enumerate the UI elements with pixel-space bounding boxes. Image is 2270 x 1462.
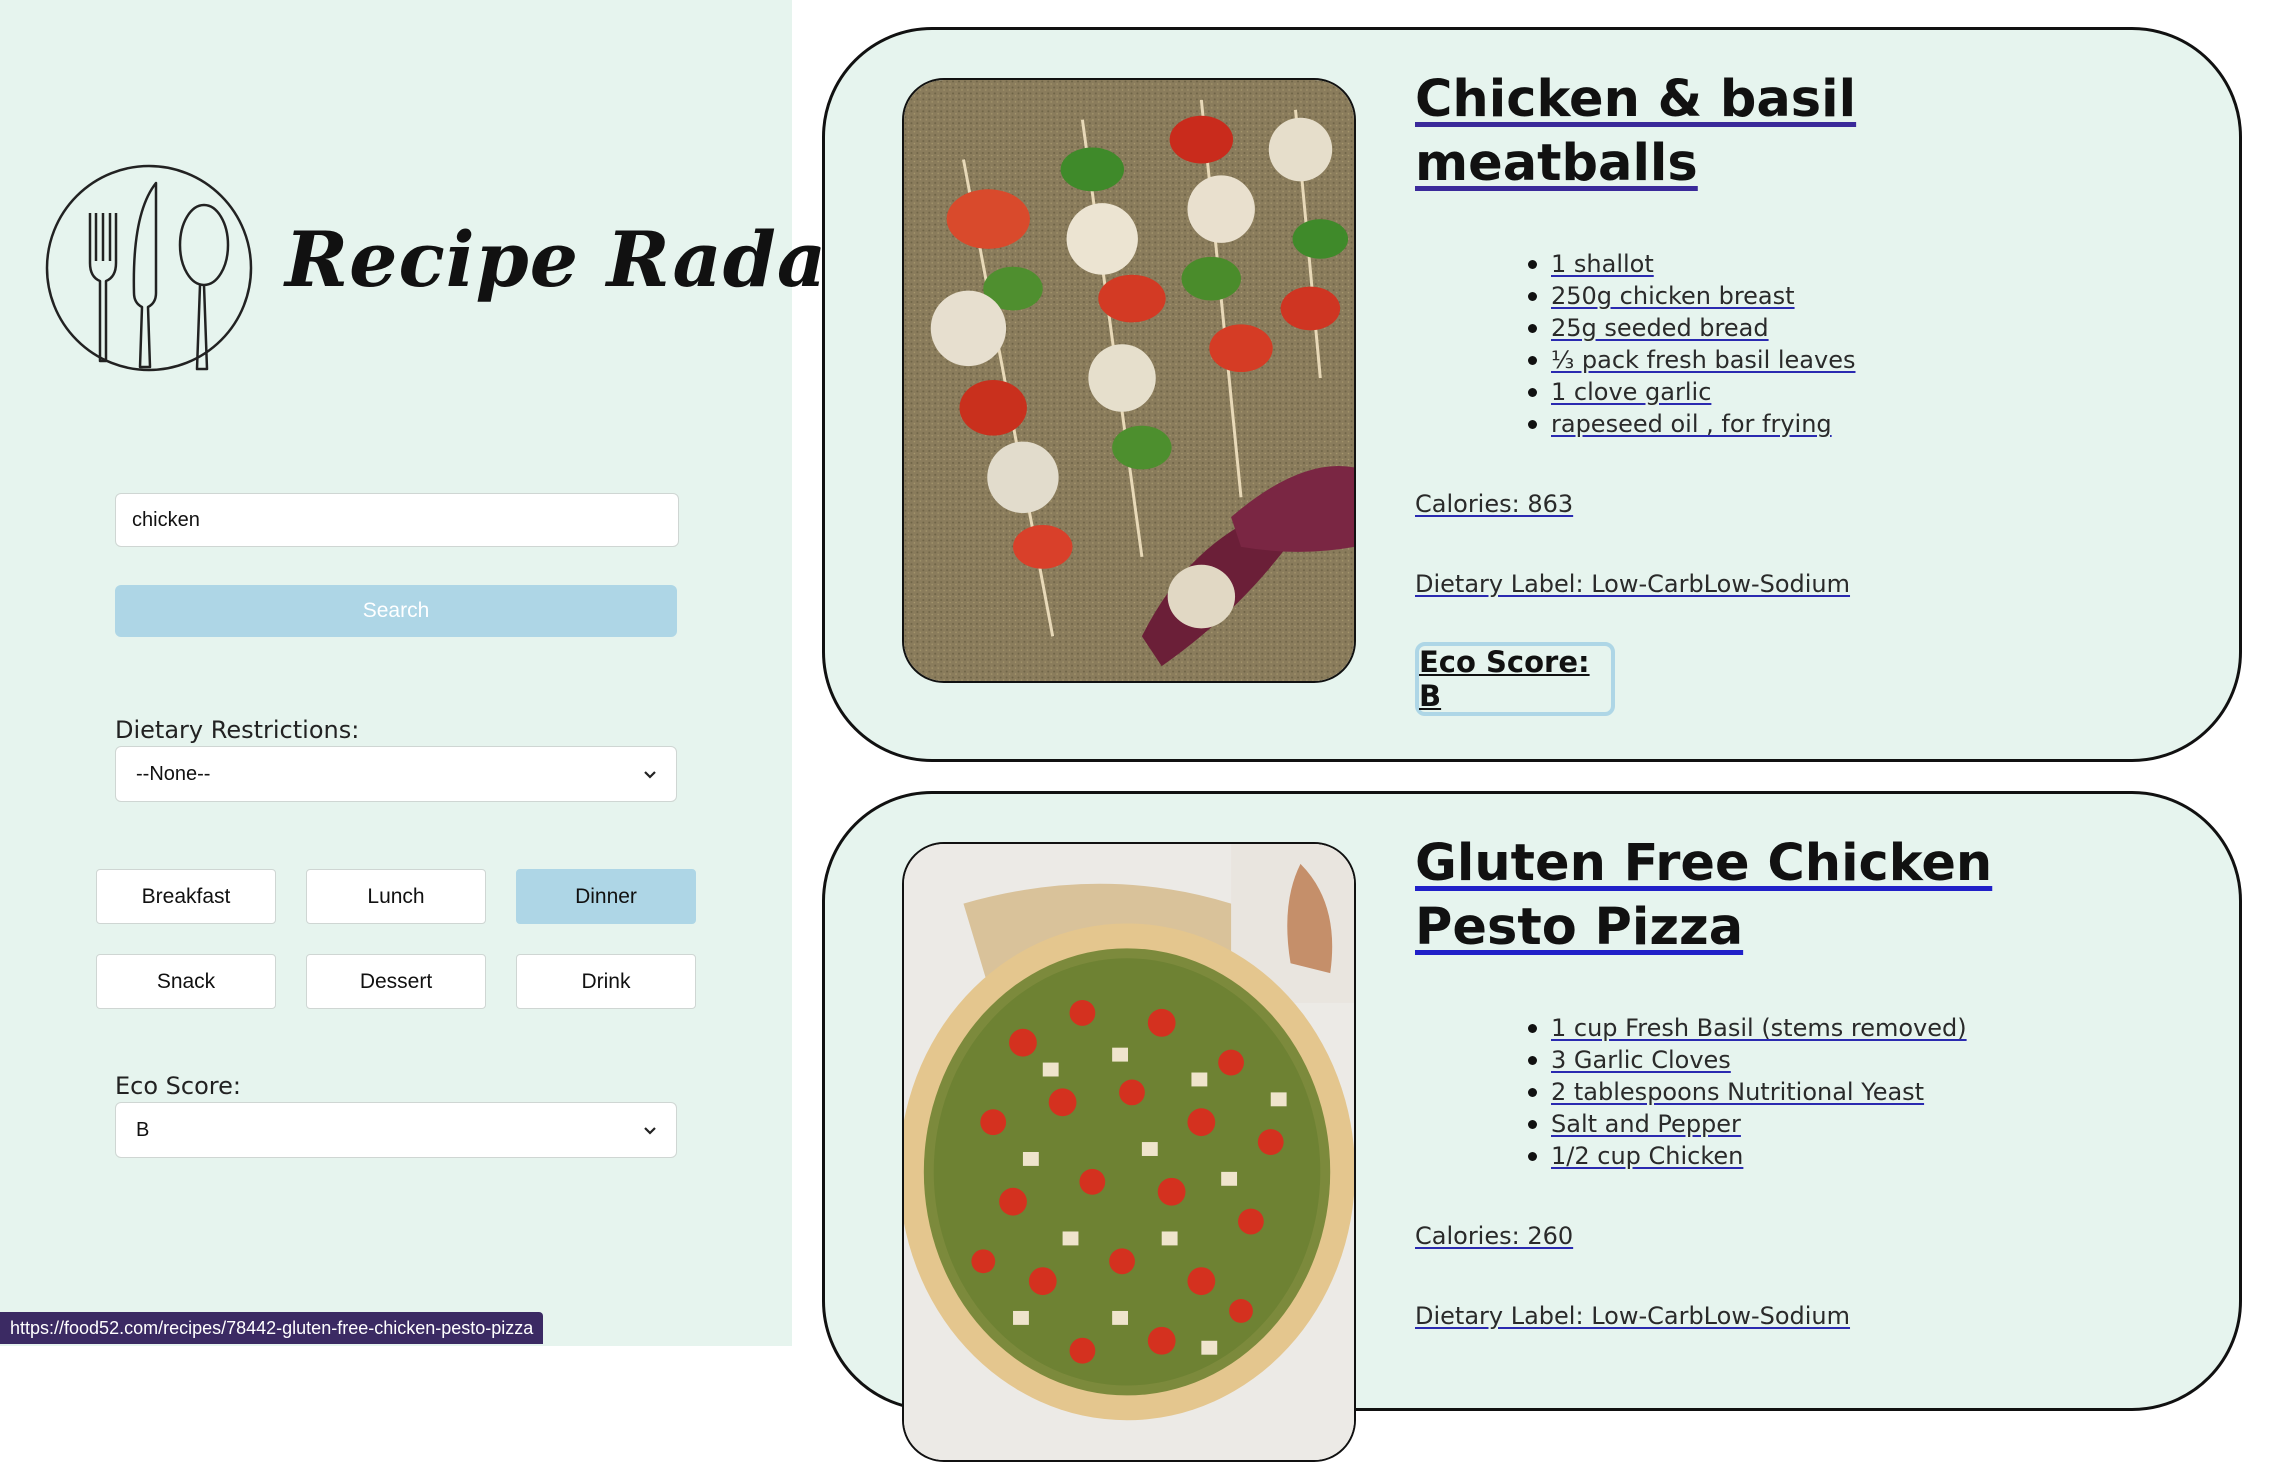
chevron-down-icon — [644, 1127, 656, 1135]
dietary-label-text[interactable]: Dietary Label: Low-CarbLow-Sodium — [1415, 1302, 1850, 1330]
meal-button-snack[interactable]: Snack — [96, 954, 276, 1009]
ingredient-item[interactable]: 1/2 cup Chicken — [1528, 1140, 1967, 1172]
ingredient-list: 1 cup Fresh Basil (stems removed) 3 Garl… — [1528, 1012, 1967, 1172]
calories-text[interactable]: Calories: 260 — [1415, 1222, 1573, 1250]
recipe-card[interactable]: Chicken & basil meatballs 1 shallot 250g… — [822, 27, 2242, 762]
meal-button-drink[interactable]: Drink — [516, 954, 696, 1009]
recipe-title-link[interactable]: Chicken & basil meatballs — [1415, 68, 1975, 196]
recipe-card[interactable]: Gluten Free Chicken Pesto Pizza 1 cup Fr… — [822, 791, 2242, 1462]
ingredient-item[interactable]: 25g seeded bread — [1527, 312, 1855, 344]
ingredient-item[interactable]: 2 tablespoons Nutritional Yeast — [1528, 1076, 1967, 1108]
search-button[interactable]: Search — [115, 585, 677, 637]
dietary-label-text[interactable]: Dietary Label: Low-CarbLow-Sodium — [1415, 570, 1850, 598]
ingredient-item[interactable]: ⅓ pack fresh basil leaves — [1527, 344, 1855, 376]
dietary-selected-value: --None-- — [136, 762, 211, 785]
meal-button-dessert[interactable]: Dessert — [306, 954, 486, 1009]
app-title: Recipe Radar — [285, 215, 869, 304]
pesto-pizza-image — [904, 844, 1354, 1460]
eco-selected-value: B — [136, 1118, 150, 1141]
meal-button-lunch[interactable]: Lunch — [306, 869, 486, 924]
recipe-title-link[interactable]: Gluten Free Chicken Pesto Pizza — [1415, 832, 2135, 960]
meal-button-dinner[interactable]: Dinner — [516, 869, 696, 924]
ingredient-item[interactable]: 1 clove garlic — [1527, 376, 1855, 408]
calories-text[interactable]: Calories: 863 — [1415, 490, 1573, 518]
ingredient-item[interactable]: 1 shallot — [1527, 248, 1855, 280]
search-input[interactable] — [115, 493, 679, 547]
recipe-image-meatball-skewers[interactable] — [902, 78, 1356, 683]
link-preview-status-bar: https://food52.com/recipes/78442-gluten-… — [0, 1312, 544, 1344]
dietary-restrictions-select[interactable]: --None-- — [115, 746, 677, 802]
meal-button-breakfast[interactable]: Breakfast — [96, 869, 276, 924]
eco-score-label: Eco Score: — [115, 1072, 241, 1100]
ingredient-item[interactable]: Salt and Pepper — [1528, 1108, 1967, 1140]
ingredient-list: 1 shallot 250g chicken breast 25g seeded… — [1527, 248, 1855, 440]
ingredient-item[interactable]: 250g chicken breast — [1527, 280, 1855, 312]
eco-score-select[interactable]: B — [115, 1102, 677, 1158]
meatball-skewers-image — [904, 80, 1354, 681]
chevron-down-icon — [644, 771, 656, 779]
eco-score-badge[interactable]: Eco Score: B — [1415, 642, 1615, 716]
ingredient-item[interactable]: 3 Garlic Cloves — [1528, 1044, 1967, 1076]
ingredient-item[interactable]: 1 cup Fresh Basil (stems removed) — [1528, 1012, 1967, 1044]
dietary-restrictions-label: Dietary Restrictions: — [115, 716, 360, 744]
fork-knife-spoon-logo-icon — [45, 164, 253, 372]
recipe-image-pesto-pizza[interactable] — [902, 842, 1356, 1462]
ingredient-item[interactable]: rapeseed oil , for frying — [1527, 408, 1855, 440]
sidebar: Recipe Radar Search Dietary Restrictions… — [0, 0, 867, 1346]
